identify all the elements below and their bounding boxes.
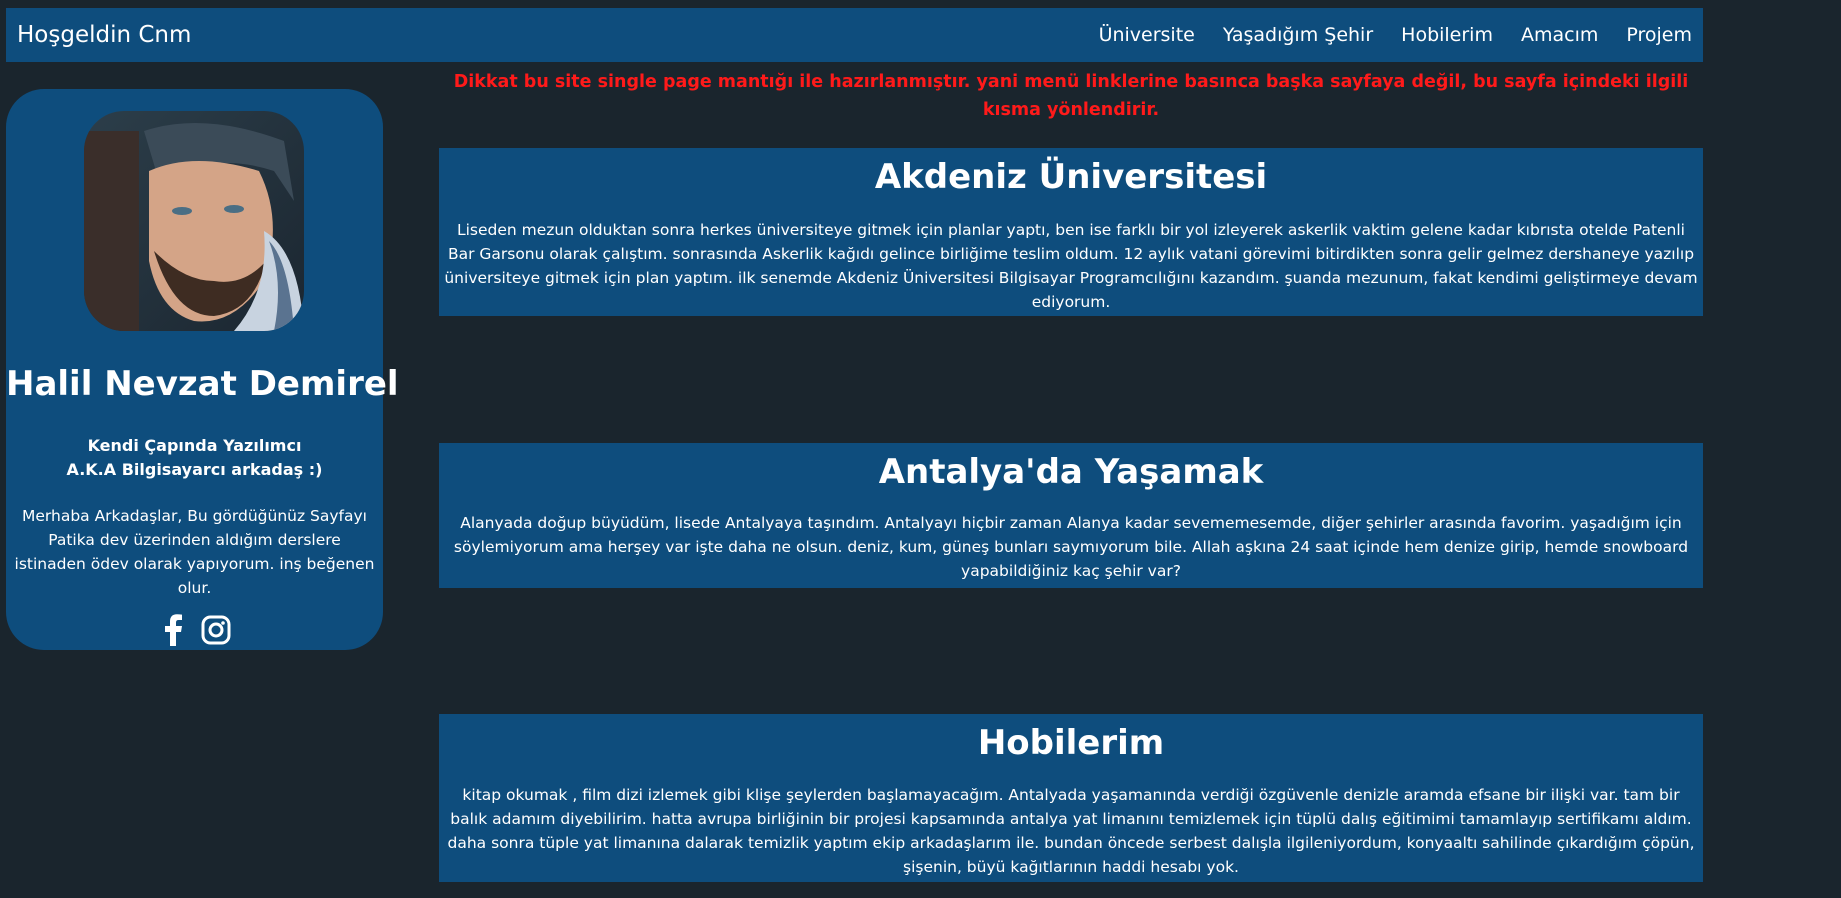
nav-link-projem[interactable]: Projem (1626, 24, 1692, 46)
brand-link[interactable]: Hoşgeldin Cnm (17, 8, 191, 62)
section-title: Akdeniz Üniversitesi (874, 157, 1268, 197)
top-navbar: Hoşgeldin Cnm Üniversite Yaşadığım Şehir… (6, 8, 1703, 62)
nav-menu: Üniversite Yaşadığım Şehir Hobilerim Ama… (1071, 8, 1692, 62)
section-sehir: Antalya'da Yaşamak Alanyada doğup büyüdü… (439, 443, 1703, 588)
instagram-icon[interactable] (201, 614, 231, 646)
section-text: kitap okumak , film dizi izlemek gibi kl… (447, 786, 1695, 876)
section-hobilerim: Hobilerim kitap okumak , film dizi izlem… (439, 714, 1703, 882)
single-page-notice: Dikkat bu site single page mantığı ile h… (453, 72, 1689, 120)
nav-link-amacim[interactable]: Amacım (1521, 24, 1598, 46)
section-text: Alanyada doğup büyüdüm, lisede Antalyaya… (453, 514, 1689, 580)
profile-bio: Merhaba Arkadaşlar, Bu gördüğünüz Sayfay… (14, 507, 375, 597)
profile-name: Halil Nevzat Demirel (6, 364, 399, 404)
section-text: Liseden mezun olduktan sonra herkes üniv… (444, 221, 1698, 311)
avatar (84, 111, 304, 331)
social-links (6, 614, 383, 646)
tagline-line-2: A.K.A Bilgisayarcı arkadaş :) (66, 460, 323, 479)
section-title: Antalya'da Yaşamak (878, 452, 1264, 492)
nav-link-universite[interactable]: Üniversite (1099, 24, 1195, 46)
section-universite: Akdeniz Üniversitesi Liseden mezun olduk… (439, 148, 1703, 316)
profile-tagline: Kendi Çapında Yazılımcı A.K.A Bilgisayar… (6, 434, 383, 482)
section-title: Hobilerim (977, 723, 1165, 763)
tagline-line-1: Kendi Çapında Yazılımcı (87, 436, 302, 455)
nav-link-hobilerim[interactable]: Hobilerim (1401, 24, 1493, 46)
facebook-icon[interactable] (159, 614, 189, 646)
profile-card: Halil Nevzat Demirel Kendi Çapında Yazıl… (6, 89, 399, 650)
nav-link-sehir[interactable]: Yaşadığım Şehir (1223, 24, 1373, 46)
